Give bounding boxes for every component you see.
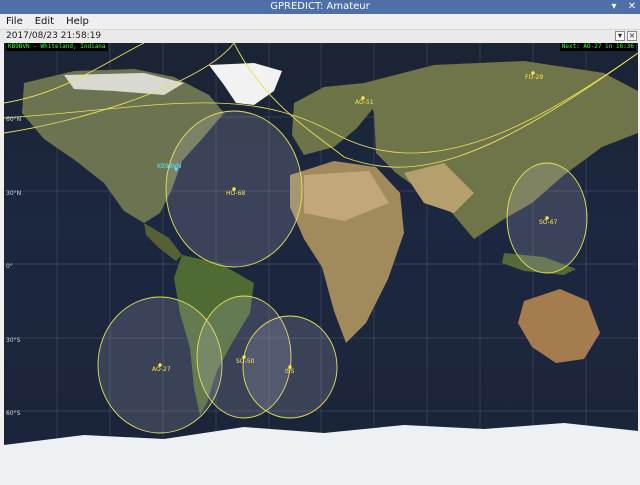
module-controls: ▾ × [615, 31, 637, 41]
module-menu-button[interactable]: ▾ [615, 31, 625, 41]
latitude-label-30s: 30°S [6, 337, 21, 344]
menu-help[interactable]: Help [66, 14, 89, 29]
satellite-label-ao27[interactable]: AO-27 [152, 366, 171, 373]
menu-edit[interactable]: Edit [35, 14, 54, 29]
map-layer [4, 43, 638, 485]
next-pass-label: Next: AO-27 in 16:36 [559, 43, 636, 51]
world-map[interactable]: KB9BVN - Whiteland, Indiana Next: AO-27 … [4, 43, 638, 485]
current-datetime: 2017/08/23 21:58:19 [6, 31, 102, 41]
latitude-label-30n: 30°N [6, 190, 22, 197]
minimize-button[interactable]: ▾ [608, 1, 620, 13]
window-controls: ▾ ✕ [608, 1, 638, 13]
satellite-label-ho68[interactable]: HO-68 [226, 190, 245, 197]
window-title: GPREDICT: Amateur [270, 1, 370, 12]
satellite-label-so67[interactable]: SO-67 [539, 219, 558, 226]
satellite-label-fo29[interactable]: FO-29 [525, 74, 543, 81]
latitude-label-60n: 60°N [6, 116, 22, 123]
time-bar: 2017/08/23 21:58:19 ▾ × [0, 30, 640, 43]
menu-file[interactable]: File [6, 14, 23, 29]
latitude-label-equator: 0° [6, 263, 13, 270]
latitude-label-60s: 60°S [6, 410, 21, 417]
satellite-label-ao51[interactable]: AO-51 [355, 99, 374, 106]
menu-bar: File Edit Help [0, 14, 640, 30]
satellite-label-so50[interactable]: SO-50 [236, 358, 255, 365]
close-button[interactable]: ✕ [626, 1, 638, 13]
qth-label: KB9BVN - Whiteland, Indiana [6, 43, 108, 51]
title-bar: GPREDICT: Amateur ▾ ✕ [0, 0, 640, 14]
module-close-button[interactable]: × [627, 31, 637, 41]
ground-station-label: KB9BVN [157, 163, 182, 170]
satellite-label-iss[interactable]: ISS [285, 368, 294, 375]
